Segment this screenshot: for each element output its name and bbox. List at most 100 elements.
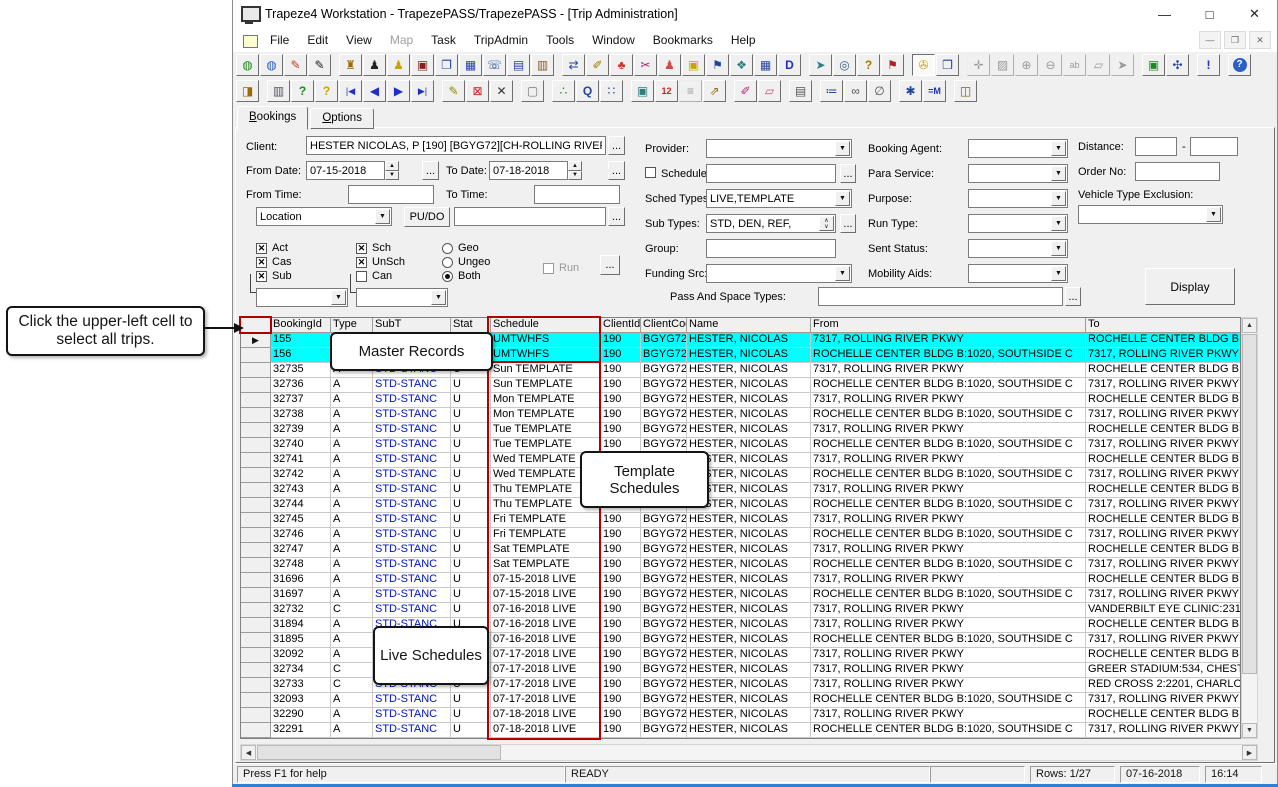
- grid-cell[interactable]: HESTER, NICOLAS: [687, 423, 811, 438]
- grid-row[interactable]: 32093ASTD-STANCU07-17-2018 LIVE190BGYG72…: [241, 693, 1240, 708]
- grid-cell[interactable]: HESTER, NICOLAS: [687, 528, 811, 543]
- grid-cell[interactable]: 7317, ROLLING RIVER PKWY: [811, 708, 1086, 723]
- row-selector-cell[interactable]: [241, 363, 271, 378]
- workstation-view-button[interactable]: ▣: [631, 80, 654, 102]
- grid-row[interactable]: 32743ASTD-STANCUThu TEMPLATE190BGYG72HES…: [241, 483, 1240, 498]
- to-date-spinner[interactable]: ▲▼: [568, 161, 582, 180]
- tab-options[interactable]: Options: [310, 108, 374, 129]
- row-selector-cell[interactable]: [241, 543, 271, 558]
- row-selector-cell[interactable]: [241, 348, 271, 363]
- sub-types-browse-button[interactable]: ...: [840, 214, 856, 233]
- grid-cell[interactable]: ROCHELLE CENTER BLDG B:1020, SOUTHSIDE C: [811, 528, 1086, 543]
- grid-cell[interactable]: 7317, ROLLING RIVER PKWY: [811, 648, 1086, 663]
- ledger-books-button[interactable]: ▥: [531, 54, 554, 76]
- grid-cell[interactable]: 32748: [271, 558, 331, 573]
- grid-cell[interactable]: STD-STANC: [373, 513, 451, 528]
- grid-cell[interactable]: ROCHELLE CENTER BLDG B:1020, SOUTHSIDE C: [811, 588, 1086, 603]
- grid-cell[interactable]: ROCHELLE CENTER BLDG B:1020,: [1086, 453, 1241, 468]
- grid-cell[interactable]: 7317, ROLLING RIVER PKWY: [811, 618, 1086, 633]
- match-master-button[interactable]: =M: [923, 80, 946, 102]
- to-time-input[interactable]: [534, 185, 620, 204]
- from-time-input[interactable]: [348, 185, 434, 204]
- grid-row[interactable]: 32748ASTD-STANCUSat TEMPLATE190BGYG72HES…: [241, 558, 1240, 573]
- mdi-close-button[interactable]: ✕: [1249, 31, 1271, 49]
- grid-cell[interactable]: 190: [601, 588, 641, 603]
- grid-cell[interactable]: 32738: [271, 408, 331, 423]
- grid-cell[interactable]: U: [451, 423, 491, 438]
- client-route-button[interactable]: ➤: [809, 54, 832, 76]
- grid-cell[interactable]: ROCHELLE CENTER BLDG B:1020, SOUTHSIDE C: [811, 378, 1086, 393]
- scroll-down-icon[interactable]: ▼: [1242, 723, 1257, 738]
- link-trips-button[interactable]: ∞: [844, 80, 867, 102]
- grid-cell[interactable]: STD-STANC: [373, 603, 451, 618]
- row-selector-cell[interactable]: [241, 663, 271, 678]
- nav-first-button[interactable]: |◀: [339, 80, 362, 102]
- run-type-dropdown-icon[interactable]: ▼: [1051, 216, 1066, 231]
- grid-cell[interactable]: A: [331, 378, 373, 393]
- grid-cell[interactable]: STD-STANC: [373, 453, 451, 468]
- grid-column-header[interactable]: ClientCode: [641, 318, 687, 333]
- grid-cell[interactable]: Sun TEMPLATE: [491, 363, 601, 378]
- grid-column-header[interactable]: SubT: [373, 318, 451, 333]
- distance-to-input[interactable]: [1190, 137, 1238, 156]
- grid-cell[interactable]: BGYG72: [641, 393, 687, 408]
- filter-sub-checkbox[interactable]: ✕: [256, 271, 267, 282]
- grid-column-header[interactable]: Schedule: [491, 318, 601, 333]
- marker-solid-button[interactable]: ✎: [308, 54, 331, 76]
- client-light-button[interactable]: ♟: [387, 54, 410, 76]
- schedule-checkbox[interactable]: [645, 167, 656, 178]
- grid-cell[interactable]: 190: [601, 408, 641, 423]
- grid-cell[interactable]: 32741: [271, 453, 331, 468]
- rider-group-button[interactable]: ♣: [610, 54, 633, 76]
- pudo-button[interactable]: PU/DO: [404, 207, 450, 227]
- provider-dropdown-icon[interactable]: ▼: [835, 141, 850, 156]
- grid-cell[interactable]: 32092: [271, 648, 331, 663]
- grid-cell[interactable]: ROCHELLE CENTER BLDG B:1020,: [1086, 393, 1241, 408]
- vehicle-group-button[interactable]: ❐: [435, 54, 458, 76]
- sched-types-select[interactable]: LIVE,TEMPLATE ▼: [706, 189, 852, 208]
- grid-cell[interactable]: BGYG72: [641, 558, 687, 573]
- grid-cell[interactable]: 07-15-2018 LIVE: [491, 573, 601, 588]
- from-date-spin-down-icon[interactable]: ▼: [385, 171, 399, 181]
- sub-types-spinner[interactable]: ∧∨: [819, 216, 834, 231]
- grid-cell[interactable]: STD-STANC: [373, 543, 451, 558]
- grid-cell[interactable]: 7317, ROLLING RIVER PKWY: [811, 543, 1086, 558]
- grid-cell[interactable]: U: [451, 393, 491, 408]
- client-dark-button[interactable]: ♟: [363, 54, 386, 76]
- grid-cell[interactable]: 7317, ROLLING RIVER PKWY: [1086, 378, 1241, 393]
- grid-cell[interactable]: Sat TEMPLATE: [491, 558, 601, 573]
- run-checkbox[interactable]: [543, 263, 554, 274]
- grid-cell[interactable]: Fri TEMPLATE: [491, 513, 601, 528]
- sent-status-select[interactable]: ▼: [968, 239, 1068, 258]
- vehicle-alert-button[interactable]: ⚑: [881, 54, 904, 76]
- row-selector-cell[interactable]: [241, 528, 271, 543]
- grid-cell[interactable]: U: [451, 528, 491, 543]
- menu-help[interactable]: Help: [722, 28, 765, 52]
- row-selector-cell[interactable]: [241, 648, 271, 663]
- grid-row[interactable]: 32739ASTD-STANCUTue TEMPLATE190BGYG72HES…: [241, 423, 1240, 438]
- schedule-browse-button[interactable]: ...: [840, 164, 856, 183]
- grid-cell[interactable]: 32093: [271, 693, 331, 708]
- grid-cell[interactable]: 32733: [271, 678, 331, 693]
- grid-cell[interactable]: 31696: [271, 573, 331, 588]
- grid-cell[interactable]: ROCHELLE CENTER BLDG B:1020,: [1086, 423, 1241, 438]
- row-selector-cell[interactable]: [241, 378, 271, 393]
- grid-cell[interactable]: ROCHELLE CENTER BLDG B:1020, SOUTHSIDE C: [811, 693, 1086, 708]
- grid-cell[interactable]: BGYG72: [641, 348, 687, 363]
- grid-cell[interactable]: ROCHELLE CENTER BLDG B:1020,: [1086, 333, 1241, 348]
- grid-row[interactable]: 32732CSTD-STANCU07-16-2018 LIVE190BGYG72…: [241, 603, 1240, 618]
- grid-cell[interactable]: 07-16-2018 LIVE: [491, 618, 601, 633]
- manual-book-button[interactable]: ◫: [954, 80, 977, 102]
- row-selector-cell[interactable]: [241, 408, 271, 423]
- filter-can-checkbox[interactable]: [356, 271, 367, 282]
- grid-cell[interactable]: 190: [601, 348, 641, 363]
- grid-column-header[interactable]: Type: [331, 318, 373, 333]
- trip-list-button[interactable]: ▤: [507, 54, 530, 76]
- grid-cell[interactable]: 7317, ROLLING RIVER PKWY: [811, 483, 1086, 498]
- grid-cell[interactable]: A: [331, 693, 373, 708]
- eraser-button[interactable]: ▱: [758, 80, 781, 102]
- grid-cell[interactable]: 7317, ROLLING RIVER PKWY: [1086, 693, 1241, 708]
- grid-row[interactable]: 32742ASTD-STANCUWed TEMPLATE190BGYG72HES…: [241, 468, 1240, 483]
- vehicle-stops-button[interactable]: ▦: [459, 54, 482, 76]
- grid-cell[interactable]: 31895: [271, 633, 331, 648]
